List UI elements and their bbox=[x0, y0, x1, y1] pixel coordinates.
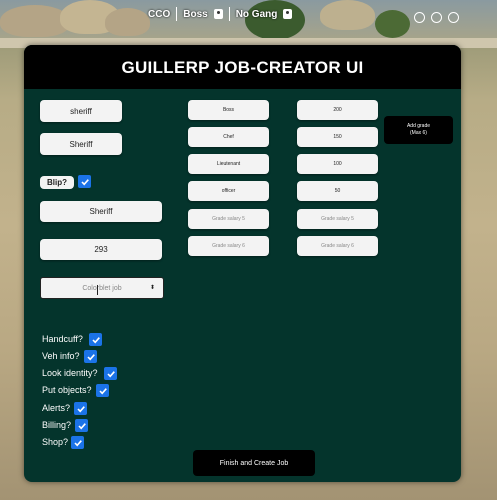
add-grade-button[interactable]: Add grade (Max 6) bbox=[384, 116, 453, 144]
add-grade-label: Add grade bbox=[406, 123, 431, 129]
blip-color-select-value: Colorblet job bbox=[82, 284, 122, 292]
grade-name-input[interactable]: Chef bbox=[188, 127, 269, 147]
permission-label: Put objects? bbox=[42, 385, 92, 395]
permission-checkbox[interactable] bbox=[89, 333, 102, 346]
permission-checkbox[interactable] bbox=[74, 402, 87, 415]
background-rock bbox=[320, 0, 375, 30]
hud-bar: CCO Boss No Gang bbox=[148, 5, 293, 23]
job-name-input[interactable]: sheriff bbox=[40, 100, 122, 122]
permission-checkbox[interactable] bbox=[104, 367, 117, 380]
permission-label: Handcuff? bbox=[42, 334, 83, 344]
add-grade-max: (Max 6) bbox=[410, 130, 427, 136]
permission-label: Shop? bbox=[42, 437, 69, 447]
permission-checkbox[interactable] bbox=[84, 350, 97, 363]
gang-icon bbox=[283, 9, 293, 19]
hud-job: Boss bbox=[183, 8, 208, 20]
background-rock bbox=[105, 8, 150, 36]
job-label-input[interactable]: Sheriff bbox=[40, 133, 122, 155]
grade-salary-input[interactable]: 50 bbox=[297, 181, 378, 201]
blip-color-select[interactable]: Colorblet job ⬍ bbox=[40, 277, 164, 299]
status-icon bbox=[448, 12, 459, 23]
check-icon bbox=[106, 370, 115, 377]
hud-gang: No Gang bbox=[235, 8, 278, 20]
grade-name-input[interactable]: Boss bbox=[188, 100, 269, 120]
permission-label: Billing? bbox=[42, 420, 72, 430]
permission-checkbox[interactable] bbox=[96, 384, 109, 397]
blip-label: Blip? bbox=[40, 176, 74, 189]
check-icon bbox=[98, 387, 107, 394]
grade-name-input[interactable]: Grade salary 6 bbox=[188, 236, 269, 256]
blip-sprite-input[interactable]: 293 bbox=[40, 239, 162, 260]
check-icon bbox=[91, 336, 100, 343]
grade-salary-input[interactable]: 150 bbox=[297, 127, 378, 147]
check-icon bbox=[86, 353, 95, 360]
status-icon bbox=[431, 12, 442, 23]
briefcase-icon bbox=[213, 9, 223, 19]
hud-separator bbox=[176, 7, 178, 21]
check-icon bbox=[80, 178, 89, 185]
permission-checkbox[interactable] bbox=[75, 419, 88, 432]
grade-name-input[interactable]: officer bbox=[188, 181, 269, 201]
grade-salary-input[interactable]: 200 bbox=[297, 100, 378, 120]
text-caret bbox=[97, 285, 98, 295]
permission-label: Veh info? bbox=[42, 351, 80, 361]
grade-name-input[interactable]: Lieutenant bbox=[188, 154, 269, 174]
blip-checkbox[interactable] bbox=[78, 175, 91, 188]
check-icon bbox=[73, 439, 82, 446]
panel-title: GUILLERP JOB-CREATOR UI bbox=[24, 45, 461, 89]
grade-name-input[interactable]: Grade salary 5 bbox=[188, 209, 269, 229]
job-creator-panel: GUILLERP JOB-CREATOR UI sheriff Sheriff … bbox=[24, 45, 461, 482]
background-tree bbox=[375, 10, 410, 38]
grade-salary-input[interactable]: Grade salary 6 bbox=[297, 236, 378, 256]
finish-create-job-button[interactable]: Finish and Create Job bbox=[193, 450, 315, 476]
permission-checkbox[interactable] bbox=[71, 436, 84, 449]
permission-label: Alerts? bbox=[42, 403, 71, 413]
hud-separator bbox=[228, 7, 230, 21]
grade-salary-input[interactable]: 100 bbox=[297, 154, 378, 174]
check-icon bbox=[76, 405, 85, 412]
permission-label: Look identity? bbox=[42, 368, 98, 378]
hud-status-icons bbox=[414, 12, 459, 23]
grade-salary-input[interactable]: Grade salary 5 bbox=[297, 209, 378, 229]
hud-player-id: CCO bbox=[148, 8, 171, 20]
chevron-updown-icon: ⬍ bbox=[149, 285, 155, 291]
blip-name-input[interactable]: Sheriff bbox=[40, 201, 162, 222]
check-icon bbox=[77, 422, 86, 429]
status-icon bbox=[414, 12, 425, 23]
